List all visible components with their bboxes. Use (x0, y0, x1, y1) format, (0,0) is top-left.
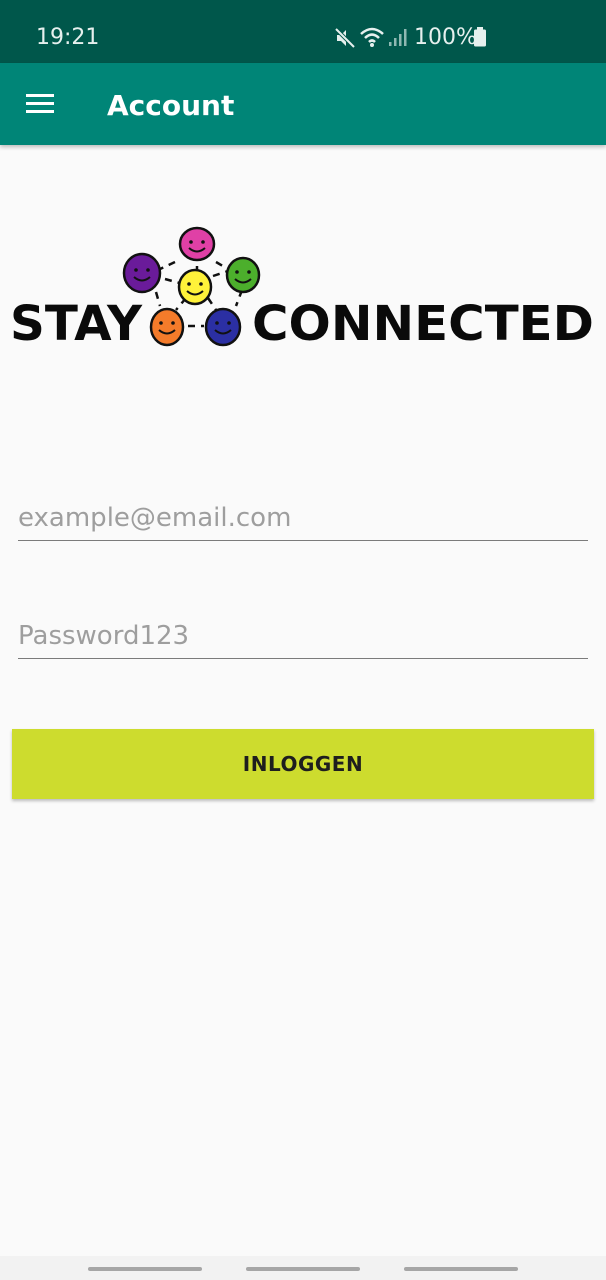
email-field[interactable] (18, 496, 588, 541)
green-smiley-face (225, 256, 261, 294)
wifi-icon (360, 27, 384, 47)
logo-word-connected: CONNECTED (252, 296, 594, 352)
password-field[interactable] (18, 614, 588, 659)
signal-icon (389, 29, 407, 46)
purple-smiley-face (122, 252, 162, 294)
home-button[interactable] (246, 1267, 360, 1271)
battery-icon (474, 27, 486, 47)
status-time: 19:21 (36, 25, 100, 50)
orange-smiley-face (149, 307, 185, 347)
blue-smiley-face (204, 307, 242, 347)
yellow-smiley-face (177, 268, 213, 306)
hamburger-menu-icon[interactable] (26, 92, 56, 116)
mute-icon (334, 27, 356, 49)
app-bar: Account (0, 63, 606, 145)
recent-apps-button[interactable] (88, 1267, 202, 1271)
system-navigation-bar (0, 1256, 606, 1280)
login-button[interactable]: INLOGGEN (12, 729, 594, 799)
back-button[interactable] (404, 1267, 518, 1271)
battery-percentage: 100% (414, 25, 477, 50)
pink-smiley-face (178, 226, 216, 262)
stay-connected-logo: STAY CONNECTED (10, 226, 594, 352)
status-bar: 19:21 100% (0, 0, 606, 63)
page-title: Account (107, 89, 235, 122)
logo-word-stay: STAY (10, 296, 143, 352)
